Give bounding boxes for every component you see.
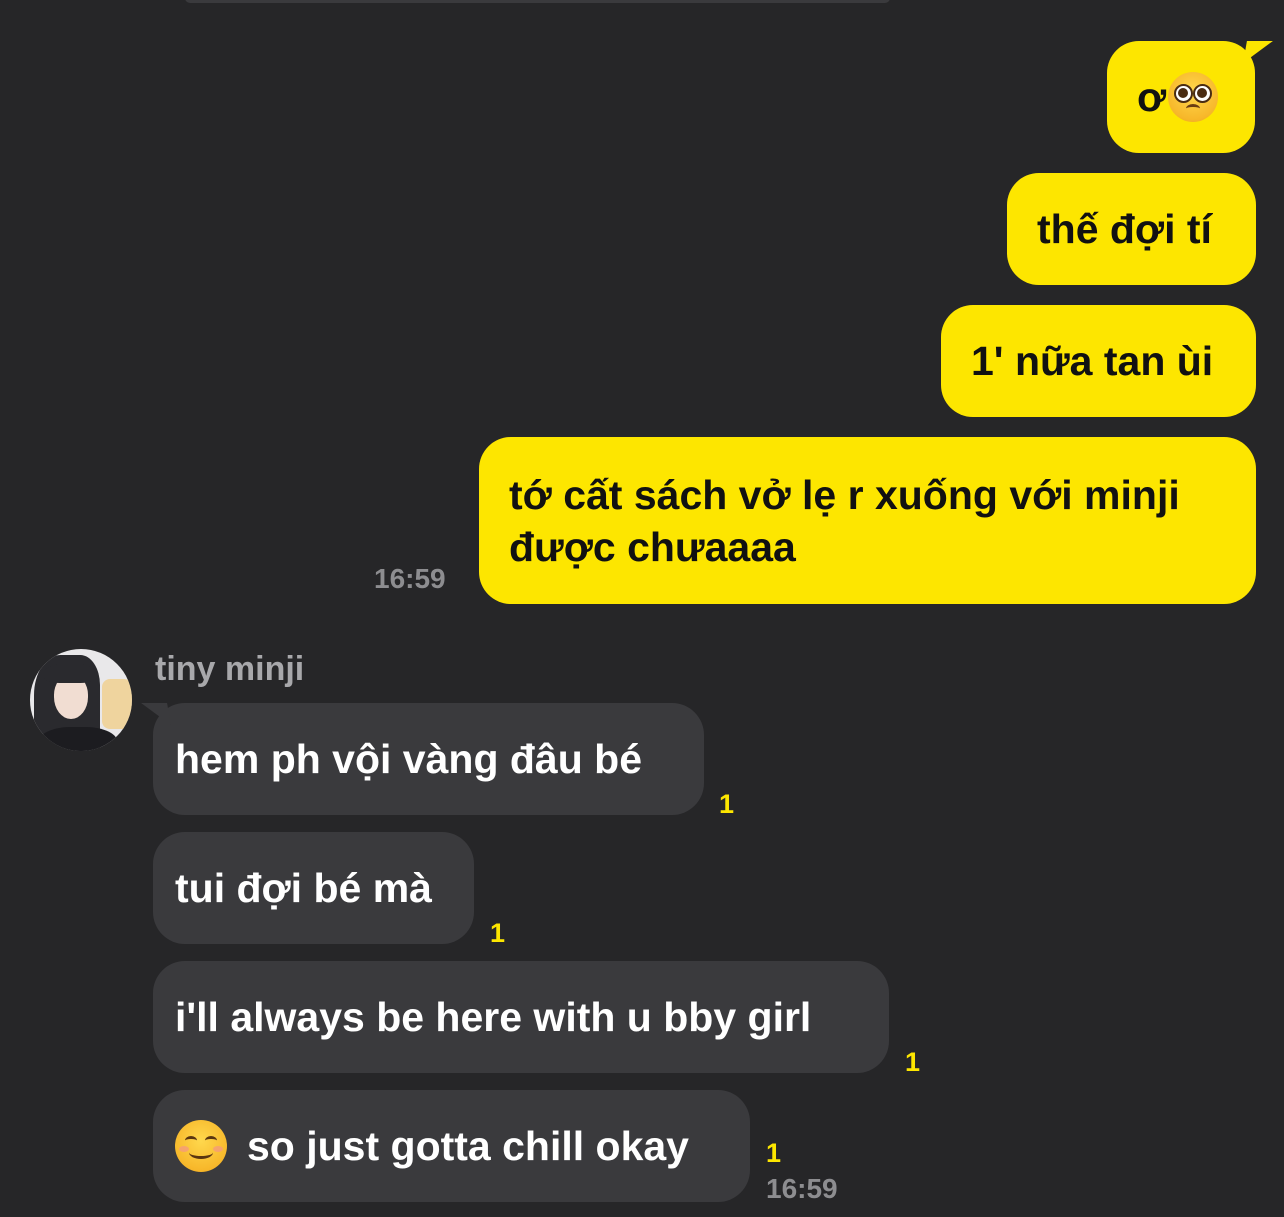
avatar[interactable] [30,649,132,751]
incoming-message[interactable]: i'll always be here with u bby girl [153,961,889,1073]
message-text: 1' nữa tan ùi [971,338,1214,384]
message-text: i'll always be here with u bby girl [175,993,812,1040]
message-text: tui đợi bé mà [175,864,432,911]
message-text: ơ [1137,74,1167,120]
chat-screen: ơ thế đợi tí 1' nữa tan ùi tớ cất sách v… [0,0,1284,1217]
sender-name: tiny minji [155,650,305,688]
outgoing-message[interactable]: ơ [1107,41,1273,153]
message-text-line: tớ cất sách vở lẹ r xuống với minji [509,471,1180,518]
message-timestamp: 16:59 [766,1173,838,1204]
outgoing-message[interactable]: thế đợi tí [1007,173,1256,285]
bubble-tail [1243,41,1273,63]
message-text-line: được chưaaaa [509,523,796,570]
message-text: thế đợi tí [1037,206,1212,252]
bubble-tail [141,703,171,725]
unread-count: 1 [905,1047,921,1077]
unread-count: 1 [719,789,735,819]
unread-count: 1 [490,918,506,948]
previous-message-edge [185,0,890,3]
message-text: so just gotta chill okay [247,1122,689,1169]
incoming-message[interactable]: hem ph vội vàng đâu bé [141,703,704,815]
smiling-face-emoji [175,1120,227,1172]
incoming-message[interactable]: tui đợi bé mà [153,832,474,944]
message-timestamp: 16:59 [374,563,446,594]
message-text: hem ph vội vàng đâu bé [175,735,643,782]
pleading-face-emoji [1168,72,1219,122]
incoming-message[interactable]: so just gotta chill okay [153,1090,750,1202]
outgoing-message[interactable]: 1' nữa tan ùi [941,305,1256,417]
outgoing-message[interactable]: tớ cất sách vở lẹ r xuống với minji được… [479,437,1256,604]
unread-count: 1 [766,1138,782,1168]
